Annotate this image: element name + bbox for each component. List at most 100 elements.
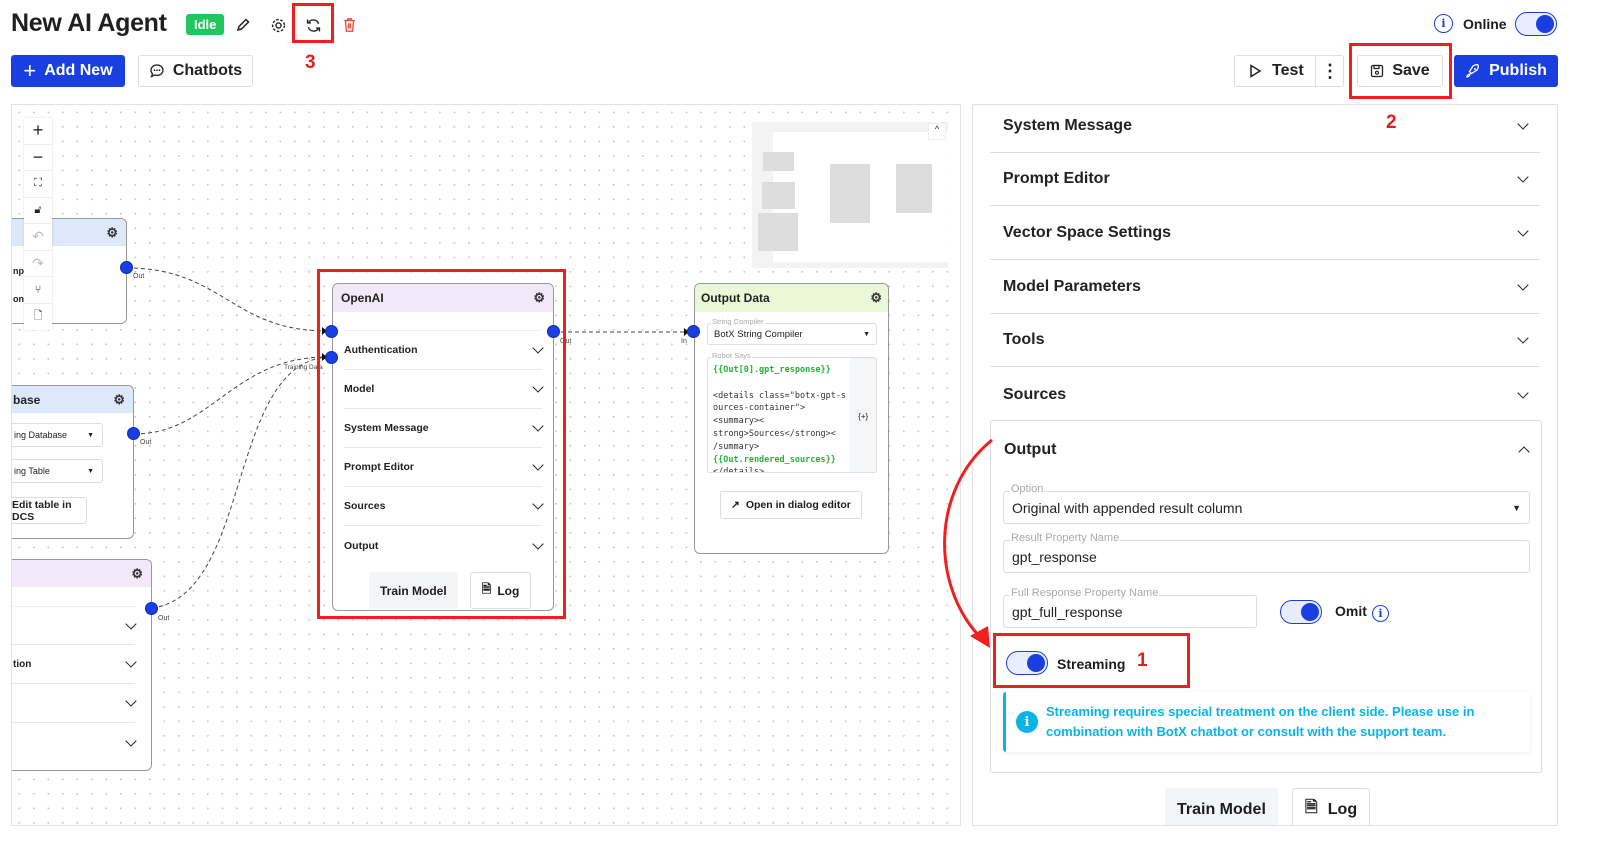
panel-section-vector-space[interactable]: Vector Space Settings <box>990 207 1540 260</box>
online-info-icon[interactable]: i <box>1434 14 1453 33</box>
minimap-collapse-icon[interactable]: ^ <box>928 123 946 140</box>
panel-section-model-parameters[interactable]: Model Parameters <box>990 261 1540 314</box>
openai-node-header: OpenAI ⚙ <box>333 284 553 312</box>
online-toggle[interactable] <box>1515 12 1557 36</box>
add-file-icon[interactable]: 🗋 <box>24 304 52 331</box>
minimap-node <box>762 182 795 209</box>
open-dialog-label: Open in dialog editor <box>745 499 851 511</box>
purple-node-section[interactable] <box>12 684 137 723</box>
flow-canvas[interactable]: ⚙ npu SON ont File Out base⚙ ing Databas… <box>11 104 961 826</box>
gear-icon[interactable]: ⚙ <box>870 290 882 306</box>
openai-section-authentication[interactable]: Authentication <box>344 331 544 370</box>
chevron-down-icon <box>532 381 544 393</box>
chatbots-button[interactable]: Chatbots <box>138 55 253 87</box>
gear-icon[interactable]: ⚙ <box>106 225 118 241</box>
openai-out-port[interactable] <box>547 325 560 338</box>
minimap[interactable]: ^ <box>752 122 948 268</box>
purple-node[interactable]: ⚙ tion <box>12 559 152 771</box>
purple-node-out-port[interactable] <box>145 602 158 615</box>
more-options-icon[interactable]: ⋮ <box>1315 56 1344 86</box>
gear-icon[interactable]: ⚙ <box>533 290 545 306</box>
refresh-icon[interactable] <box>302 14 324 36</box>
openai-node[interactable]: OpenAI ⚙ Authentication Model System Mes… <box>332 283 554 611</box>
chevron-down-icon <box>1517 225 1529 237</box>
openai-node-title: OpenAI <box>341 291 384 305</box>
gear-icon[interactable]: ⚙ <box>131 566 143 582</box>
section-label: Prompt Editor <box>344 461 414 473</box>
omit-info-icon[interactable]: i <box>1372 604 1389 622</box>
database-node-out-port[interactable] <box>127 427 140 440</box>
openai-section-sources[interactable]: Sources <box>344 487 544 526</box>
section-label: Prompt Editor <box>1003 170 1110 187</box>
streaming-toggle[interactable] <box>1006 651 1048 675</box>
save-button[interactable]: Save <box>1357 55 1443 87</box>
purple-node-header: ⚙ <box>12 560 151 587</box>
output-data-node[interactable]: Output Data ⚙ BotX String Compiler ▼ Stri… <box>694 283 889 554</box>
output-node-in-port[interactable] <box>687 325 700 338</box>
zoom-out-icon[interactable]: − <box>24 145 52 171</box>
chevron-down-icon <box>532 498 544 510</box>
undo-icon[interactable]: ↶ <box>24 224 52 251</box>
save-label: Save <box>1392 62 1430 79</box>
string-compiler-select[interactable]: BotX String Compiler ▼ <box>707 323 877 345</box>
input-node-out-port[interactable] <box>120 261 133 274</box>
purple-node-section[interactable] <box>12 606 137 645</box>
section-label: Output <box>344 539 379 552</box>
annotation-number-3: 3 <box>305 52 316 73</box>
output-option-select[interactable]: Original with appended result column ▼ <box>1003 491 1530 524</box>
openai-in-port[interactable] <box>325 325 338 338</box>
port-label: Out <box>560 338 572 345</box>
edit-icon[interactable] <box>232 14 254 36</box>
chevron-down-icon <box>1517 279 1529 291</box>
branch-icon[interactable]: ⑂ <box>24 277 52 304</box>
panel-section-prompt-editor[interactable]: Prompt Editor <box>990 153 1540 206</box>
table-select[interactable]: ing Table ▼ <box>12 459 103 483</box>
openai-log-button[interactable]: 🗎 Log <box>469 572 532 609</box>
save-icon <box>1371 64 1384 78</box>
openai-section-prompt-editor[interactable]: Prompt Editor <box>344 448 544 487</box>
test-button[interactable]: Test <box>1249 62 1304 80</box>
chevron-down-icon <box>1517 118 1529 130</box>
full-response-property-input[interactable]: gpt_full_response <box>1003 595 1257 628</box>
database-select-value: ing Database <box>14 430 68 440</box>
omit-toggle[interactable] <box>1280 600 1322 624</box>
publish-button[interactable]: Publish <box>1454 55 1558 87</box>
database-select[interactable]: ing Database ▼ <box>12 423 103 447</box>
database-node[interactable]: base ⚙ ing Database ▼ ing Table ▼ Edit tabl… <box>12 385 134 539</box>
output-section-header[interactable]: Output <box>991 421 1541 478</box>
openai-section-system-message[interactable]: System Message <box>344 409 544 448</box>
openai-section-output[interactable]: Output <box>344 526 544 565</box>
delete-icon[interactable] <box>338 14 360 36</box>
code-line: <details class="botx-gpt-s <box>713 390 847 401</box>
edge-purple-to-openai <box>151 356 328 609</box>
gear-icon[interactable]: ⚙ <box>113 392 125 408</box>
open-dialog-editor-button[interactable]: ↗ Open in dialog editor <box>720 491 862 519</box>
insert-variable-button[interactable]: {+} <box>850 358 876 472</box>
openai-section-model[interactable]: Model <box>344 370 544 409</box>
play-icon <box>1250 64 1262 78</box>
log-icon: 🗎 <box>481 582 492 596</box>
result-property-input[interactable]: gpt_response <box>1003 540 1530 573</box>
panel-section-sources[interactable]: Sources <box>990 368 1540 421</box>
settings-icon[interactable] <box>267 14 289 36</box>
redo-icon[interactable]: ↷ <box>24 251 52 277</box>
panel-section-system-message[interactable]: System Message <box>990 105 1540 153</box>
streaming-info-alert: i Streaming requires special treatment o… <box>1003 692 1530 752</box>
panel-section-tools[interactable]: Tools <box>990 314 1540 367</box>
edit-table-button[interactable]: Edit table in DCS <box>12 497 87 524</box>
openai-training-port[interactable] <box>325 351 338 364</box>
dropdown-arrow-icon: ▼ <box>87 431 94 439</box>
lock-icon[interactable]: 🔓︎ <box>24 198 52 224</box>
purple-node-section[interactable] <box>12 723 137 762</box>
robot-says-editor[interactable]: {{Out[0].gpt_response}} <details class="… <box>707 357 877 473</box>
openai-train-model-button[interactable]: Train Model <box>369 572 458 609</box>
log-button[interactable]: 🗎 Log <box>1291 788 1371 825</box>
train-model-label: Train Model <box>380 583 447 598</box>
purple-node-section[interactable]: tion <box>12 645 137 684</box>
add-new-button[interactable]: + Add New <box>11 55 125 87</box>
fit-view-icon[interactable]: ⛶ <box>24 171 52 198</box>
chevron-down-icon <box>125 617 137 630</box>
zoom-in-icon[interactable]: + <box>24 118 52 145</box>
train-model-button[interactable]: Train Model <box>1165 788 1278 825</box>
log-icon: 🗎 <box>1304 799 1318 816</box>
